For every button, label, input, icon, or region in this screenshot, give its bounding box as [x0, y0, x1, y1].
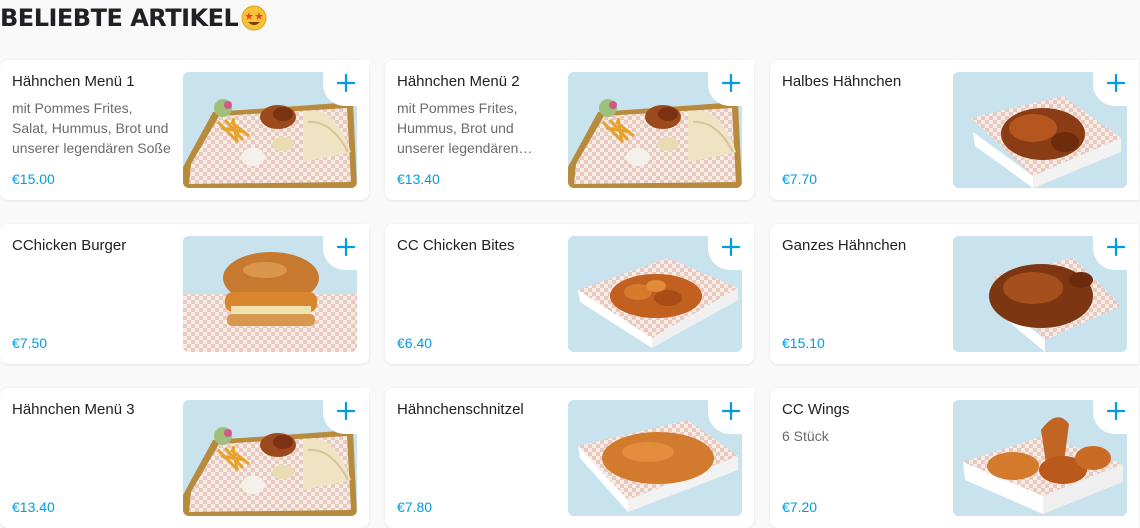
add-to-cart-button[interactable] [1093, 388, 1139, 434]
item-price: €7.50 [12, 335, 48, 351]
add-to-cart-button[interactable] [323, 224, 369, 270]
item-price: €7.80 [397, 499, 433, 515]
plus-icon [337, 402, 355, 420]
menu-item-card-8[interactable]: Hähnchenschnitzel €7.80 [385, 388, 754, 528]
plus-icon [1107, 238, 1125, 256]
add-to-cart-button[interactable] [708, 224, 754, 270]
star-struck-emoji-icon [241, 5, 267, 31]
item-name: Ganzes Hähnchen [782, 237, 907, 254]
item-price: €15.10 [782, 335, 825, 351]
item-description: 6 Stück [782, 428, 829, 444]
plus-icon [1107, 402, 1125, 420]
menu-item-card-4[interactable]: CChicken Burger €7.50 [0, 224, 369, 364]
menu-item-card-9[interactable]: CC Wings 6 Stück €7.20 [770, 388, 1139, 528]
menu-item-card-6[interactable]: Ganzes Hähnchen €15.10 [770, 224, 1139, 364]
item-price: €7.70 [782, 171, 818, 187]
item-name: Hähnchen Menü 3 [12, 401, 135, 418]
item-description: mit Pommes Frites, Salat, Hummus, Brot u… [12, 100, 171, 156]
plus-icon [337, 238, 355, 256]
item-price: €7.20 [782, 499, 818, 515]
item-name: CC Wings [782, 401, 850, 418]
add-to-cart-button[interactable] [323, 60, 369, 106]
item-price: €15.00 [12, 171, 55, 187]
menu-item-card-1[interactable]: Hähnchen Menü 1 mit Pommes Frites, Salat… [0, 60, 369, 200]
item-price: €13.40 [12, 499, 55, 515]
item-name: Halbes Hähnchen [782, 73, 902, 90]
add-to-cart-button[interactable] [1093, 60, 1139, 106]
plus-icon [337, 74, 355, 92]
add-to-cart-button[interactable] [708, 60, 754, 106]
item-name: Hähnchenschnitzel [397, 401, 524, 418]
add-to-cart-button[interactable] [1093, 224, 1139, 270]
item-name: CChicken Burger [12, 237, 127, 254]
item-price: €6.40 [397, 335, 433, 351]
popular-items-grid: Hähnchen Menü 1 mit Pommes Frites, Salat… [0, 60, 1139, 528]
plus-icon [722, 402, 740, 420]
item-name: CC Chicken Bites [397, 237, 515, 254]
section-title: BELIEBTE ARTIKEL [0, 2, 267, 34]
add-to-cart-button[interactable] [708, 388, 754, 434]
item-name: Hähnchen Menü 1 [12, 73, 135, 90]
item-name: Hähnchen Menü 2 [397, 73, 520, 90]
item-price: €13.40 [397, 171, 440, 187]
item-description: mit Pommes Frites, Hummus, Brot und unse… [397, 100, 519, 156]
plus-icon [722, 238, 740, 256]
section-title-text: BELIEBTE ARTIKEL [0, 4, 239, 32]
plus-icon [722, 74, 740, 92]
menu-item-card-3[interactable]: Halbes Hähnchen €7.70 [770, 60, 1139, 200]
plus-icon [1107, 74, 1125, 92]
add-to-cart-button[interactable] [323, 388, 369, 434]
menu-item-card-5[interactable]: CC Chicken Bites €6.40 [385, 224, 754, 364]
menu-item-card-7[interactable]: Hähnchen Menü 3 €13.40 [0, 388, 369, 528]
menu-item-card-2[interactable]: Hähnchen Menü 2 mit Pommes Frites, Hummu… [385, 60, 754, 200]
